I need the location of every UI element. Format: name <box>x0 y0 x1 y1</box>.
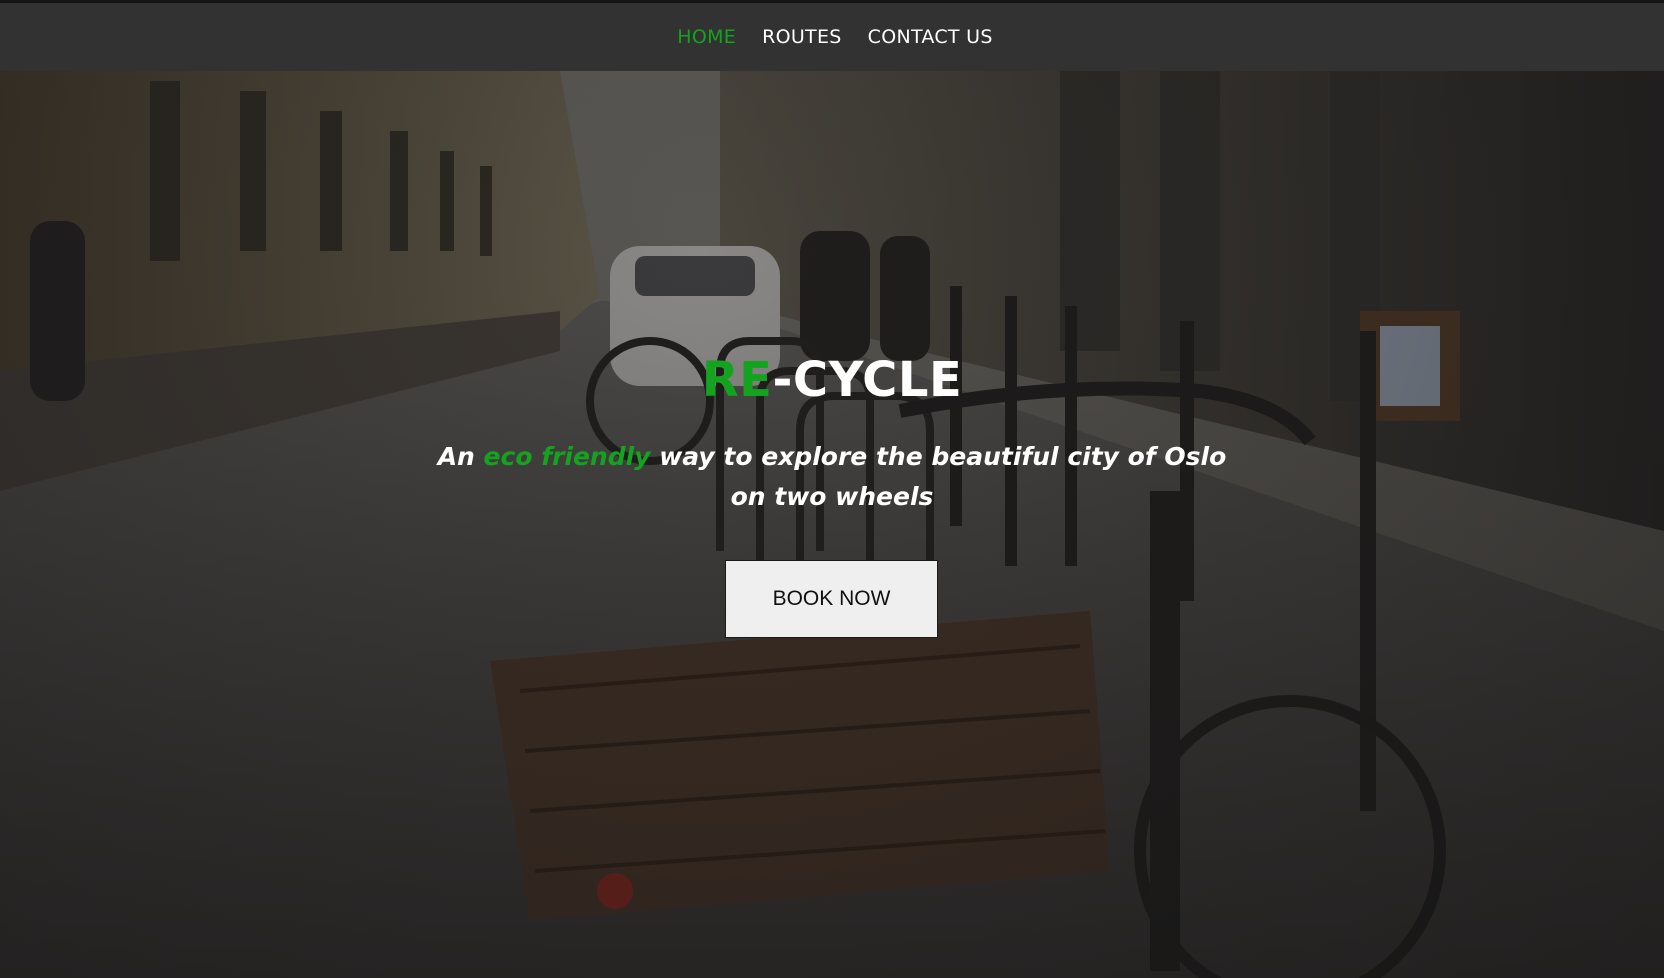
nav-link-routes[interactable]: ROUTES <box>762 26 842 48</box>
tagline-accent: eco friendly <box>483 442 651 471</box>
hero-title: RE-CYCLE <box>0 352 1664 408</box>
hero-tagline: An eco friendly way to explore the beaut… <box>432 437 1232 517</box>
book-now-button[interactable]: BOOK NOW <box>725 560 938 638</box>
nav-link-home[interactable]: HOME <box>677 26 736 48</box>
hero-dark-overlay <box>0 71 1664 978</box>
hero-section <box>0 71 1664 978</box>
hero-title-rest: -CYCLE <box>772 352 963 408</box>
tagline-start: An <box>437 442 484 471</box>
main-nav: HOME ROUTES CONTACT US <box>0 3 1664 71</box>
nav-link-contact-us[interactable]: CONTACT US <box>868 26 993 48</box>
tagline-end: way to explore the beautiful city of Osl… <box>650 442 1227 511</box>
landing-page: HOME ROUTES CONTACT US RE-CYCLE An eco f… <box>0 0 1664 978</box>
hero-title-accent: RE <box>701 352 773 408</box>
